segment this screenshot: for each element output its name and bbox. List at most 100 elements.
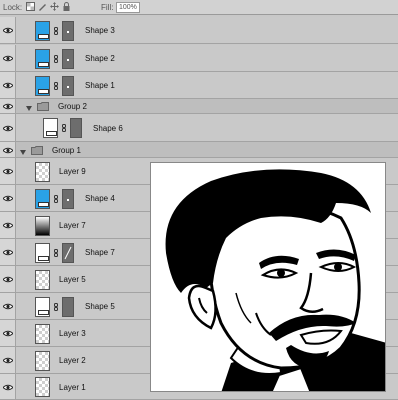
vector-mask-thumbnail[interactable] bbox=[62, 297, 74, 317]
layer-thumbnail[interactable] bbox=[35, 76, 50, 96]
vector-shape-icon bbox=[38, 256, 49, 261]
visibility-toggle[interactable] bbox=[0, 185, 16, 211]
layer-name: Layer 2 bbox=[59, 356, 86, 365]
eye-icon[interactable] bbox=[2, 330, 14, 337]
link-chain-icon[interactable] bbox=[54, 249, 58, 257]
lock-transparent-icon[interactable] bbox=[26, 2, 35, 11]
visibility-toggle[interactable] bbox=[0, 17, 16, 43]
mask-shape bbox=[67, 86, 69, 88]
vector-shape-icon bbox=[38, 62, 49, 67]
layer-name: Group 1 bbox=[52, 146, 81, 155]
layer-name: Layer 7 bbox=[59, 221, 86, 230]
eye-icon[interactable] bbox=[2, 125, 14, 132]
visibility-toggle[interactable] bbox=[0, 212, 16, 238]
layer-name: Layer 9 bbox=[59, 167, 86, 176]
layer-thumbnail[interactable] bbox=[35, 216, 50, 236]
mask-shape bbox=[67, 59, 69, 61]
layer-name: Shape 2 bbox=[85, 54, 115, 63]
lock-all-icon[interactable] bbox=[62, 2, 71, 11]
visibility-toggle[interactable] bbox=[0, 374, 16, 399]
layer-name: Layer 1 bbox=[59, 383, 86, 392]
link-chain-icon[interactable] bbox=[62, 124, 66, 132]
vector-shape-icon bbox=[38, 34, 49, 39]
eye-icon[interactable] bbox=[2, 249, 14, 256]
vector-shape-icon bbox=[38, 202, 49, 207]
meme-face-image bbox=[151, 163, 385, 391]
visibility-toggle[interactable] bbox=[0, 266, 16, 292]
layer-thumbnail[interactable] bbox=[35, 377, 50, 397]
layer-thumbnail[interactable] bbox=[35, 324, 50, 344]
visibility-toggle[interactable] bbox=[0, 347, 16, 373]
visibility-toggle[interactable] bbox=[0, 239, 16, 265]
visibility-toggle[interactable] bbox=[0, 293, 16, 319]
eye-icon[interactable] bbox=[2, 27, 14, 34]
layer-thumbnail[interactable] bbox=[43, 118, 58, 138]
visibility-toggle[interactable] bbox=[0, 142, 16, 157]
vector-shape-icon bbox=[38, 89, 49, 94]
layer-row[interactable]: Shape 3 bbox=[0, 17, 398, 44]
disclosure-triangle-icon[interactable] bbox=[20, 148, 26, 155]
layer-name: Shape 3 bbox=[85, 26, 115, 35]
link-chain-icon[interactable] bbox=[54, 195, 58, 203]
layer-thumbnail[interactable] bbox=[35, 189, 50, 209]
layer-thumbnail[interactable] bbox=[35, 243, 50, 263]
vector-mask-thumbnail[interactable] bbox=[62, 76, 74, 96]
layer-thumbnail[interactable] bbox=[35, 351, 50, 371]
visibility-toggle[interactable] bbox=[0, 320, 16, 346]
layer-thumbnail[interactable] bbox=[35, 49, 50, 69]
visibility-toggle[interactable] bbox=[0, 99, 16, 113]
fill-label: Fill: bbox=[101, 3, 114, 12]
mask-shape bbox=[67, 31, 69, 33]
layer-thumbnail[interactable] bbox=[35, 270, 50, 290]
vector-mask-thumbnail[interactable] bbox=[62, 21, 74, 41]
eye-icon[interactable] bbox=[2, 168, 14, 175]
layer-row[interactable]: Shape 1 bbox=[0, 72, 398, 99]
vector-mask-thumbnail[interactable] bbox=[62, 243, 74, 263]
layer-name: Group 2 bbox=[58, 102, 87, 111]
folder-icon bbox=[31, 146, 43, 155]
eye-icon[interactable] bbox=[2, 195, 14, 202]
visibility-toggle[interactable] bbox=[0, 72, 16, 98]
mask-shape bbox=[67, 199, 69, 201]
link-chain-icon[interactable] bbox=[54, 27, 58, 35]
layer-name: Layer 3 bbox=[59, 329, 86, 338]
eye-icon[interactable] bbox=[2, 276, 14, 283]
eye-icon[interactable] bbox=[2, 55, 14, 62]
link-chain-icon[interactable] bbox=[54, 82, 58, 90]
layer-name: Layer 5 bbox=[59, 275, 86, 284]
layer-name: Shape 1 bbox=[85, 81, 115, 90]
visibility-toggle[interactable] bbox=[0, 114, 16, 141]
vector-mask-thumbnail[interactable] bbox=[62, 189, 74, 209]
layer-thumbnail[interactable] bbox=[35, 21, 50, 41]
visibility-toggle[interactable] bbox=[0, 158, 16, 184]
eye-icon[interactable] bbox=[2, 384, 14, 391]
eye-icon[interactable] bbox=[2, 103, 14, 110]
link-chain-icon[interactable] bbox=[54, 303, 58, 311]
lock-label: Lock: bbox=[3, 3, 23, 12]
fill-input[interactable]: 100% bbox=[116, 2, 140, 13]
layer-name: Shape 5 bbox=[85, 302, 115, 311]
layer-thumbnail[interactable] bbox=[35, 297, 50, 317]
vector-mask-thumbnail[interactable] bbox=[70, 118, 82, 138]
layers-options-bar: Lock: Fill: 100% bbox=[0, 0, 398, 15]
layer-group-row[interactable]: Group 1 bbox=[0, 142, 398, 158]
eye-icon[interactable] bbox=[2, 82, 14, 89]
folder-icon bbox=[37, 102, 49, 111]
link-chain-icon[interactable] bbox=[54, 55, 58, 63]
visibility-toggle[interactable] bbox=[0, 45, 16, 71]
layer-name: Shape 4 bbox=[85, 194, 115, 203]
eye-icon[interactable] bbox=[2, 303, 14, 310]
layer-thumbnail[interactable] bbox=[35, 162, 50, 182]
eye-icon[interactable] bbox=[2, 147, 14, 154]
mask-shape bbox=[64, 246, 72, 260]
vector-shape-icon bbox=[38, 310, 49, 315]
layer-row[interactable]: Shape 6 bbox=[0, 114, 398, 142]
lock-paint-icon[interactable] bbox=[38, 2, 47, 11]
layer-group-row[interactable]: Group 2 bbox=[0, 99, 398, 114]
disclosure-triangle-icon[interactable] bbox=[26, 104, 32, 111]
vector-mask-thumbnail[interactable] bbox=[62, 49, 74, 69]
eye-icon[interactable] bbox=[2, 357, 14, 364]
lock-move-icon[interactable] bbox=[50, 2, 59, 11]
eye-icon[interactable] bbox=[2, 222, 14, 229]
layer-row[interactable]: Shape 2 bbox=[0, 45, 398, 72]
